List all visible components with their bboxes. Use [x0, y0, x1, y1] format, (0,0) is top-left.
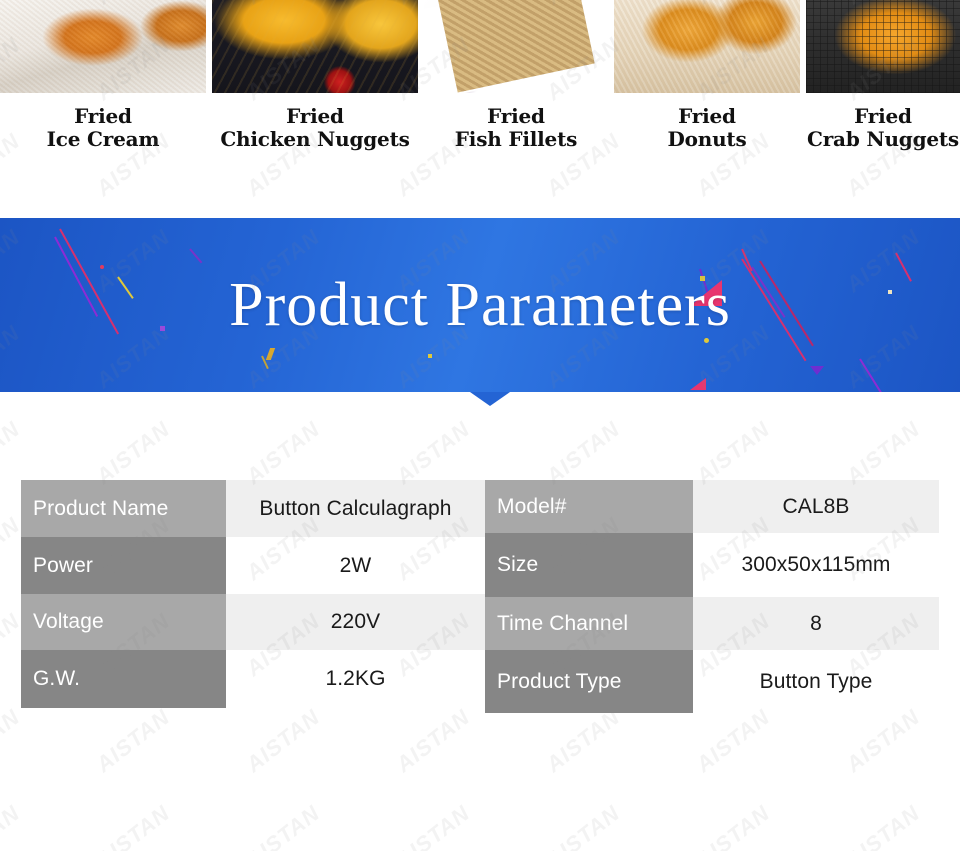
- table-row: Voltage 220V: [21, 594, 485, 650]
- banner-title: Product Parameters: [229, 271, 731, 339]
- watermark-text: AISTAN: [241, 416, 325, 490]
- gallery-item-fried-crab-nuggets[interactable]: Fried Crab Nuggets: [806, 0, 960, 151]
- gallery-item-fried-ice-cream[interactable]: Fried Ice Cream: [0, 0, 206, 151]
- watermark-text: AISTAN: [0, 416, 25, 490]
- watermark-text: AISTAN: [841, 800, 925, 851]
- watermark-text: AISTAN: [391, 416, 475, 490]
- watermark-text: AISTAN: [91, 800, 175, 851]
- spec-value: Button Calculagraph: [226, 480, 485, 537]
- spec-label: Size: [485, 533, 693, 597]
- spec-value: Button Type: [693, 650, 939, 713]
- spec-value: 1.2KG: [226, 650, 485, 708]
- spec-value: 220V: [226, 594, 485, 650]
- fried-fish-fillets-photo[interactable]: [424, 0, 608, 93]
- watermark-text: AISTAN: [0, 800, 25, 851]
- banner-down-triangle-pointer: [470, 392, 510, 406]
- product-parameters-banner: Product Parameters: [0, 218, 960, 392]
- gallery-item-label: Fried Fish Fillets: [454, 104, 578, 151]
- table-row: Model# CAL8B: [485, 480, 939, 533]
- watermark-text: AISTAN: [541, 800, 625, 851]
- spec-value: 2W: [226, 537, 485, 594]
- product-gallery-strip: Fried Ice Cream Fried Chicken Nuggets Fr…: [0, 0, 960, 180]
- watermark-text: AISTAN: [91, 416, 175, 490]
- spec-label: G.W.: [21, 650, 226, 708]
- spec-label: Product Type: [485, 650, 693, 713]
- watermark-text: AISTAN: [841, 416, 925, 490]
- fried-crab-nuggets-photo[interactable]: [806, 0, 960, 93]
- spec-label: Voltage: [21, 594, 226, 650]
- spec-label: Model#: [485, 480, 693, 533]
- table-row: Size 300x50x115mm: [485, 533, 939, 597]
- spec-table-right: Model# CAL8B Size 300x50x115mm Time Chan…: [485, 480, 939, 713]
- watermark-text: AISTAN: [691, 416, 775, 490]
- spec-value: 8: [693, 597, 939, 650]
- table-row: G.W. 1.2KG: [21, 650, 485, 708]
- table-row: Product Type Button Type: [485, 650, 939, 713]
- fried-ice-cream-photo[interactable]: [0, 0, 206, 93]
- spec-label: Power: [21, 537, 226, 594]
- table-row: Power 2W: [21, 537, 485, 594]
- watermark-text: AISTAN: [691, 800, 775, 851]
- gallery-item-label: Fried Crab Nuggets: [807, 104, 959, 151]
- fried-donuts-photo[interactable]: [614, 0, 800, 93]
- gallery-item-label: Fried Ice Cream: [46, 104, 160, 151]
- fried-chicken-nuggets-photo[interactable]: [212, 0, 418, 93]
- product-parameters-tables: Product Name Button Calculagraph Power 2…: [0, 480, 960, 720]
- table-row: Product Name Button Calculagraph: [21, 480, 485, 537]
- spec-value: 300x50x115mm: [693, 533, 939, 597]
- spec-value: CAL8B: [693, 480, 939, 533]
- gallery-item-label: Fried Chicken Nuggets: [220, 104, 410, 151]
- gallery-item-fried-chicken-nuggets[interactable]: Fried Chicken Nuggets: [212, 0, 418, 151]
- gallery-item-fried-fish-fillets[interactable]: Fried Fish Fillets: [424, 0, 608, 151]
- spec-table-left: Product Name Button Calculagraph Power 2…: [21, 480, 485, 708]
- spec-label: Product Name: [21, 480, 226, 537]
- gallery-item-fried-donuts[interactable]: Fried Donuts: [614, 0, 800, 151]
- watermark-text: AISTAN: [391, 800, 475, 851]
- spec-label: Time Channel: [485, 597, 693, 650]
- gallery-item-label: Fried Donuts: [667, 104, 747, 151]
- watermark-text: AISTAN: [541, 416, 625, 490]
- table-row: Time Channel 8: [485, 597, 939, 650]
- watermark-text: AISTAN: [241, 800, 325, 851]
